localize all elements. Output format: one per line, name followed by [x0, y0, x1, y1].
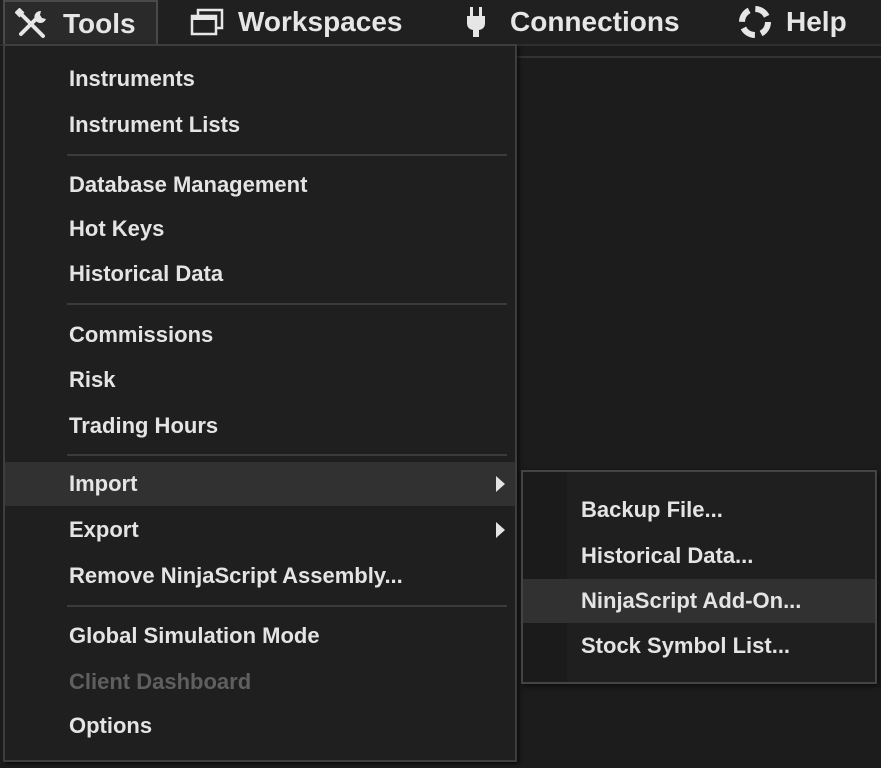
submenu-item-label: Historical Data...: [581, 543, 754, 568]
menu-item-label: Global Simulation Mode: [69, 623, 320, 648]
submenu-item-historical-data[interactable]: Historical Data...: [523, 534, 875, 578]
menu-separator: [67, 454, 507, 456]
menu-item-label: Export: [69, 517, 139, 542]
menu-item-label: Hot Keys: [69, 216, 165, 241]
menu-help[interactable]: Help: [738, 0, 847, 44]
workspaces-icon: [190, 8, 224, 36]
tools-icon: [15, 8, 49, 40]
menu-item-remove-ninjascript-assembly[interactable]: Remove NinjaScript Assembly...: [5, 554, 515, 598]
menu-item-global-simulation-mode[interactable]: Global Simulation Mode: [5, 614, 515, 658]
submenu-item-label: Backup File...: [581, 497, 723, 522]
menu-tools[interactable]: Tools: [3, 0, 158, 46]
tools-dropdown-menu: Instruments Instrument Lists Database Ma…: [3, 44, 517, 762]
menu-item-import[interactable]: Import: [5, 462, 515, 506]
menu-item-export[interactable]: Export: [5, 508, 515, 552]
submenu-item-label: NinjaScript Add-On...: [581, 588, 802, 613]
menu-item-label: Instrument Lists: [69, 112, 241, 137]
menu-tools-label: Tools: [63, 8, 136, 39]
menu-item-risk[interactable]: Risk: [5, 358, 515, 402]
menu-separator: [67, 303, 507, 305]
menu-item-hot-keys[interactable]: Hot Keys: [5, 207, 515, 251]
menu-help-label: Help: [786, 6, 847, 37]
menu-item-label: Options: [69, 713, 153, 738]
help-lifebuoy-icon: [738, 5, 772, 39]
submenu-item-ninjascript-add-on[interactable]: NinjaScript Add-On...: [523, 579, 875, 623]
menu-item-label: Historical Data: [69, 261, 224, 286]
menu-item-client-dashboard: Client Dashboard: [5, 660, 515, 704]
menu-separator: [67, 605, 507, 607]
menu-item-commissions[interactable]: Commissions: [5, 313, 515, 357]
menu-item-label: Trading Hours: [69, 413, 219, 438]
menu-item-label: Remove NinjaScript Assembly...: [69, 563, 403, 588]
app-window: Tools Workspaces Connections Help Instru…: [0, 0, 881, 768]
submenu-item-backup-file[interactable]: Backup File...: [523, 488, 875, 532]
menu-workspaces[interactable]: Workspaces: [190, 0, 402, 44]
menu-item-instrument-lists[interactable]: Instrument Lists: [5, 103, 515, 147]
menu-item-label: Import: [69, 471, 138, 496]
submenu-item-label: Stock Symbol List...: [581, 633, 791, 658]
menu-item-options[interactable]: Options: [5, 704, 515, 748]
menu-item-label: Instruments: [69, 66, 195, 91]
submenu-item-stock-symbol-list[interactable]: Stock Symbol List...: [523, 624, 875, 668]
plug-icon: [464, 5, 488, 39]
menu-item-trading-hours[interactable]: Trading Hours: [5, 404, 515, 448]
menu-connections[interactable]: Connections: [464, 0, 680, 44]
menu-item-database-management[interactable]: Database Management: [5, 163, 515, 207]
menu-item-instruments[interactable]: Instruments: [5, 57, 515, 101]
submenu-arrow-icon: [496, 522, 505, 538]
menu-connections-label: Connections: [510, 6, 680, 37]
menu-item-historical-data[interactable]: Historical Data: [5, 252, 515, 296]
menu-workspaces-label: Workspaces: [238, 6, 403, 37]
import-submenu: Backup File... Historical Data... NinjaS…: [521, 470, 877, 684]
menu-item-label: Risk: [69, 367, 116, 392]
toolbar-divider: [517, 56, 881, 58]
menu-separator: [67, 154, 507, 156]
menu-item-label: Commissions: [69, 322, 214, 347]
menu-bar: Tools Workspaces Connections Help: [0, 0, 881, 46]
menu-item-label: Database Management: [69, 172, 308, 197]
submenu-arrow-icon: [496, 476, 505, 492]
menu-item-label: Client Dashboard: [69, 669, 252, 694]
